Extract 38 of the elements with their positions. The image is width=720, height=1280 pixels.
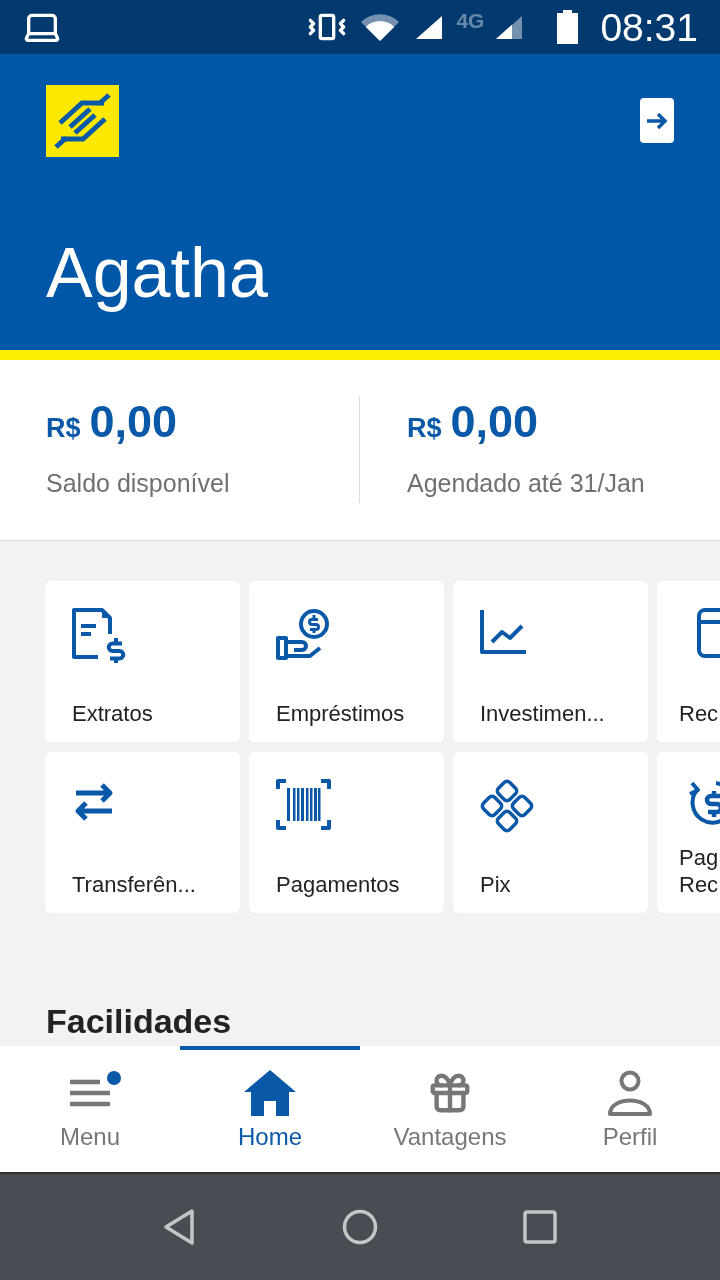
balance-label: Agendado até 31/Jan xyxy=(407,471,645,496)
signal-icon xyxy=(416,15,443,39)
battery-icon xyxy=(557,10,579,44)
signal-icon xyxy=(496,15,523,39)
balance-amount: 0,00 xyxy=(450,399,539,444)
balance-label: Saldo disponível xyxy=(46,471,230,496)
circle-icon[interactable] xyxy=(342,1209,378,1245)
barcode-icon xyxy=(276,779,331,830)
shortcut-tile[interactable]: Transferên... xyxy=(45,752,240,913)
nav-tab[interactable]: Vantagens xyxy=(360,1046,540,1172)
balance-amount: 0,00 xyxy=(89,399,178,444)
shortcut-tile[interactable]: Empréstimos xyxy=(249,581,444,742)
currency-symbol: R$ xyxy=(407,415,442,442)
section-heading: Facilidades xyxy=(46,1002,232,1040)
sign-out-button[interactable] xyxy=(640,98,674,143)
pix-icon xyxy=(480,779,534,833)
house-icon xyxy=(243,1068,297,1117)
hand-coin-icon xyxy=(276,608,330,662)
shortcut-tile[interactable]: Pagamentos xyxy=(249,752,444,913)
network-type: 4G xyxy=(456,9,485,31)
document-dollar-icon xyxy=(72,608,126,664)
nav-tab[interactable]: Menu xyxy=(0,1046,180,1172)
logo-icon xyxy=(46,85,119,157)
line-chart-icon xyxy=(480,608,528,656)
nav-tab[interactable]: Perfil xyxy=(540,1046,720,1172)
square-icon[interactable] xyxy=(522,1209,558,1245)
card-icon xyxy=(697,608,720,658)
shortcut-tile[interactable]: Extratos xyxy=(45,581,240,742)
wifi-icon xyxy=(360,12,401,42)
shortcut-tile[interactable]: Rec xyxy=(657,581,720,742)
menu-icon xyxy=(69,1077,111,1108)
shortcut-tile[interactable]: Pix xyxy=(453,752,648,913)
currency-symbol: R$ xyxy=(46,415,81,442)
person-icon xyxy=(607,1069,653,1116)
shortcut-tile[interactable]: Investimen... xyxy=(453,581,648,742)
shortcut-tile[interactable]: Pag Rec xyxy=(657,752,720,913)
arrow-right-icon xyxy=(646,111,668,130)
clock-time: 08:31 xyxy=(600,7,698,47)
